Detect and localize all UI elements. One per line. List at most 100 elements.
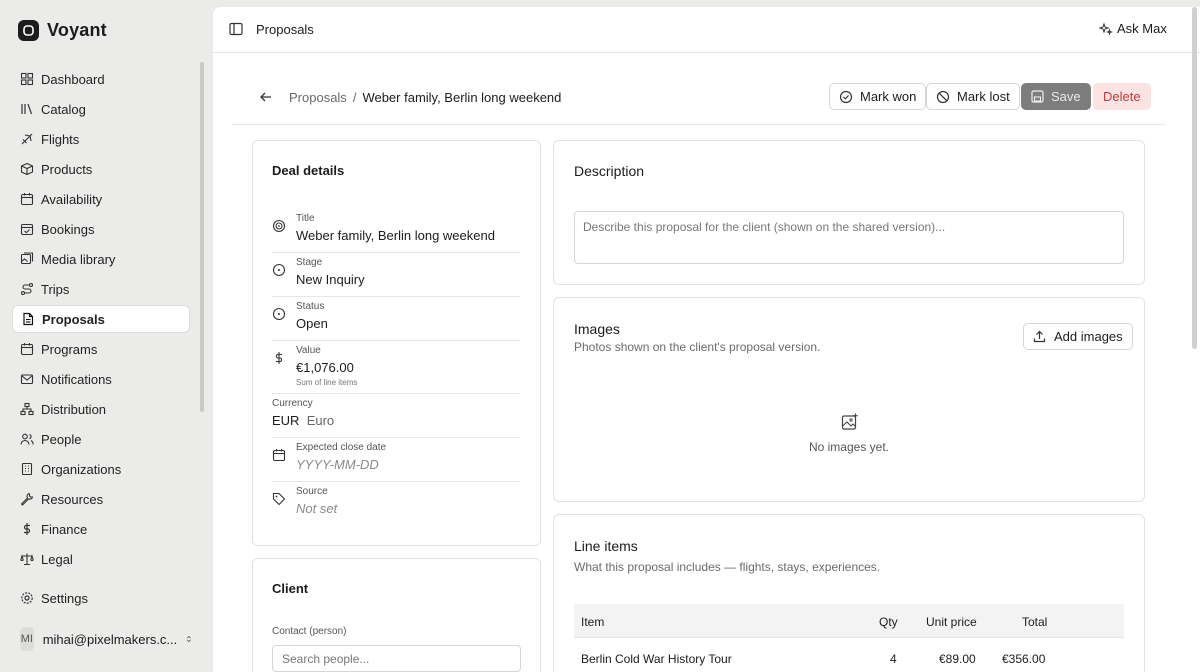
image-icon: [20, 252, 34, 265]
add-images-button[interactable]: Add images: [1023, 323, 1133, 350]
sidebar-item-products[interactable]: Products: [12, 155, 190, 183]
delete-button[interactable]: Delete: [1093, 83, 1151, 110]
brand[interactable]: Voyant: [18, 20, 107, 41]
field-label: Value: [296, 345, 321, 356]
building-icon: [21, 462, 33, 476]
wrench-icon: [20, 492, 34, 506]
line-items-subtitle: What this proposal includes — flights, s…: [574, 560, 881, 574]
sidebar-item-trips[interactable]: Trips: [12, 275, 190, 303]
field-label: Source: [296, 486, 328, 497]
scale-icon: [20, 553, 34, 566]
mark-lost-button[interactable]: Mark lost: [926, 83, 1020, 110]
sidebar-item-label: Organizations: [41, 461, 122, 477]
col-unit-price: Unit price: [926, 615, 977, 629]
sidebar-item-distribution[interactable]: Distribution: [12, 395, 190, 423]
mark-won-button[interactable]: Mark won: [829, 83, 927, 110]
dollar-icon: [23, 523, 31, 535]
images-card: Images Photos shown on the client's prop…: [553, 297, 1145, 502]
images-subtitle: Photos shown on the client's proposal ve…: [574, 340, 821, 354]
sidebar-item-bookings[interactable]: Bookings: [12, 215, 190, 243]
tag-icon: [272, 492, 286, 506]
calendar-icon: [272, 449, 286, 462]
calendar-check-icon: [20, 223, 34, 236]
field-label: Expected close date: [296, 442, 387, 453]
date-placeholder: YYYY-MM-DD: [296, 457, 379, 472]
sidebar-item-programs[interactable]: Programs: [12, 335, 190, 363]
sidebar-item-resources[interactable]: Resources: [12, 485, 190, 513]
contact-search-input[interactable]: Search people...: [272, 645, 521, 672]
sidebar-item-organizations[interactable]: Organizations: [12, 455, 190, 483]
breadcrumb-parent[interactable]: Proposals: [289, 90, 347, 105]
sidebar-item-label: Dashboard: [41, 71, 105, 87]
images-empty-text: No images yet.: [808, 440, 890, 454]
circle-dot-icon: [272, 307, 286, 321]
upload-icon: [1033, 330, 1046, 343]
table-row[interactable]: Berlin Cold War History Tour 4 €89.00 €3…: [574, 639, 1124, 672]
sidebar-item-flights[interactable]: Flights: [12, 125, 190, 153]
user-menu[interactable]: MI mihai@pixelmakers.c...: [20, 625, 192, 653]
dollar-icon: [275, 352, 283, 364]
description-card: Description Describe this proposal for t…: [553, 140, 1145, 285]
sidebar-item-label: Products: [41, 161, 93, 177]
sidebar-item-proposals[interactable]: Proposals: [12, 305, 190, 333]
sidebar-item-dashboard[interactable]: Dashboard: [12, 65, 190, 93]
col-total: Total: [1022, 615, 1048, 629]
sidebar-item-label: Notifications: [41, 371, 112, 387]
table-header: Item Qty Unit price Total: [574, 604, 1124, 638]
sidebar-item-catalog[interactable]: Catalog: [12, 95, 190, 123]
col-qty: Qty: [879, 615, 898, 629]
field-value: New Inquiry: [296, 272, 365, 287]
field-title[interactable]: Title Weber family, Berlin long weekend: [272, 213, 520, 253]
sidebar-item-label: Resources: [41, 491, 104, 507]
field-value: Open: [296, 316, 328, 331]
field-value[interactable]: Value €1,076.00 Sum of line items: [272, 345, 520, 394]
avatar: MI: [20, 627, 34, 651]
plane-icon: [21, 133, 33, 145]
save-icon: [1031, 90, 1044, 103]
client-title: Client: [272, 581, 309, 596]
line-items-card: Line items What this proposal includes —…: [553, 514, 1145, 672]
topbar-title: Proposals: [256, 22, 314, 37]
gear-icon: [21, 592, 33, 604]
sidebar-item-people[interactable]: People: [12, 425, 190, 453]
description-textarea[interactable]: Describe this proposal for the client (s…: [574, 211, 1124, 264]
mail-icon: [20, 374, 34, 385]
sidebar-item-settings[interactable]: Settings: [12, 584, 190, 612]
description-title: Description: [574, 163, 645, 179]
field-value: Not set: [296, 501, 338, 516]
field-label: Stage: [296, 257, 323, 268]
images-title: Images: [574, 321, 620, 337]
main-scrollbar[interactable]: [1192, 7, 1197, 349]
sidebar-item-availability[interactable]: Availability: [12, 185, 190, 213]
field-source[interactable]: Source Not set: [272, 486, 520, 526]
line-items-title: Line items: [574, 538, 638, 554]
field-label: Title: [296, 213, 315, 224]
sidebar-item-label: Bookings: [41, 221, 95, 237]
mark-won-label: Mark won: [860, 89, 917, 104]
ask-max-button[interactable]: Ask Max: [1099, 21, 1167, 36]
brand-name: Voyant: [47, 20, 107, 40]
calendar-icon: [20, 193, 34, 206]
field-close-date[interactable]: Expected close date YYYY-MM-DD: [272, 442, 520, 482]
col-item: Item: [581, 615, 605, 629]
catalog-icon: [21, 103, 33, 115]
topbar: Proposals Ask Max: [213, 7, 1200, 53]
user-email: mihai@pixelmakers.c...: [42, 631, 178, 647]
field-status[interactable]: Status Open: [272, 301, 520, 341]
sidebar-item-media-library[interactable]: Media library: [12, 245, 190, 273]
back-arrow-icon[interactable]: [259, 90, 273, 104]
sidebar-item-label: Distribution: [41, 401, 107, 417]
sidebar-scrollbar[interactable]: [200, 62, 204, 412]
sidebar-item-notifications[interactable]: Notifications: [12, 365, 190, 393]
sidebar-toggle-icon[interactable]: [229, 22, 243, 36]
file-icon: [23, 312, 34, 326]
cell-total: €356.00: [1002, 652, 1046, 666]
field-stage[interactable]: Stage New Inquiry: [272, 257, 520, 297]
save-button[interactable]: Save: [1021, 83, 1091, 110]
field-currency[interactable]: Currency EUR Euro: [272, 398, 520, 438]
sidebar-item-finance[interactable]: Finance: [12, 515, 190, 543]
sidebar-item-label: People: [41, 431, 82, 447]
target-icon: [272, 219, 286, 233]
sidebar-item-legal[interactable]: Legal: [12, 545, 190, 573]
sparkle-icon: [1099, 21, 1113, 36]
